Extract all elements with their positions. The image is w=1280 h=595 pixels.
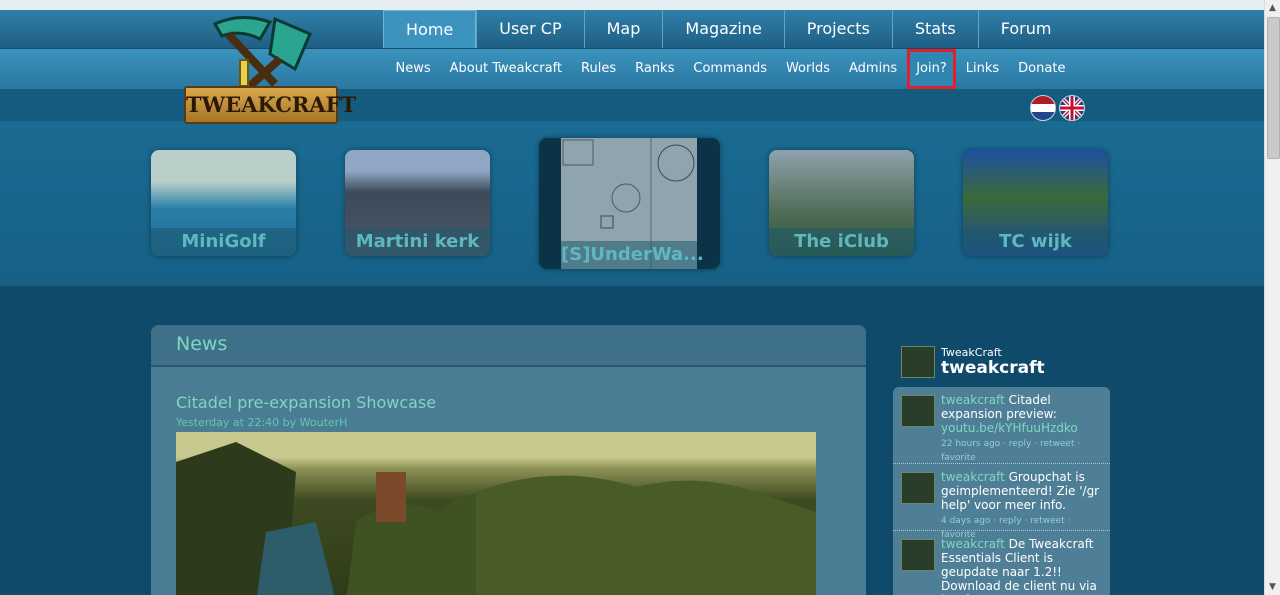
tweet-meta[interactable]: 22 hours ago · reply · retweet · favorit… (941, 439, 1080, 463)
slider-item-underwater[interactable]: [S]UnderWa... (539, 138, 720, 269)
page: TWEAKCRAFT Home User CP Map Magazine Pro… (0, 0, 1264, 595)
slider-item-label: TC wijk (963, 228, 1108, 256)
tweet-text: tweakcraft Groupchat is geimplementeerd!… (941, 470, 1103, 540)
tab-map[interactable]: Map (583, 10, 663, 48)
twitter-avatar-icon[interactable] (901, 346, 935, 378)
scroll-up-arrow-icon[interactable]: ▲ (1265, 0, 1280, 16)
subnav-ranks[interactable]: Ranks (626, 49, 684, 89)
tweet-avatar-icon[interactable] (901, 539, 935, 571)
news-panel: News Citadel pre-expansion Showcase Yest… (151, 325, 866, 595)
post-image[interactable] (176, 432, 816, 595)
tweet-user-link[interactable]: tweakcraft (941, 470, 1005, 484)
scroll-thumb[interactable] (1267, 17, 1280, 159)
tweet-text: tweakcraft Citadel expansion preview: yo… (941, 393, 1103, 463)
post-title-link[interactable]: Citadel pre-expansion Showcase (176, 393, 436, 412)
twitter-handle[interactable]: tweakcraft (941, 358, 1045, 378)
nl-flag-icon[interactable] (1030, 95, 1056, 121)
tab-forum[interactable]: Forum (977, 10, 1074, 48)
news-header: News (151, 325, 866, 367)
tab-stats[interactable]: Stats (891, 10, 978, 48)
subnav-donate[interactable]: Donate (1009, 49, 1075, 89)
tweet-item: tweakcraft De Tweakcraft Essentials Clie… (893, 531, 1110, 595)
subnav-about[interactable]: About Tweakcraft (440, 49, 571, 89)
subnav-admins[interactable]: Admins (840, 49, 907, 89)
slider-item-minigolf[interactable]: MiniGolf (151, 150, 296, 256)
slider-item-martini-kerk[interactable]: Martini kerk (345, 150, 490, 256)
uk-flag-graphic (1060, 96, 1084, 120)
subnav-news[interactable]: News (386, 49, 440, 89)
sub-nav: News About Tweakcraft Rules Ranks Comman… (386, 49, 1075, 89)
subnav-worlds[interactable]: Worlds (776, 49, 839, 89)
tweet-user-link[interactable]: tweakcraft (941, 393, 1005, 407)
slider-item-iclub[interactable]: The iClub (769, 150, 914, 256)
tab-magazine[interactable]: Magazine (662, 10, 783, 48)
slider-item-label: The iClub (769, 228, 914, 256)
post-image-graphic (176, 442, 816, 595)
subnav-commands[interactable]: Commands (684, 49, 777, 89)
slider-item-tc-wijk[interactable]: TC wijk (963, 150, 1108, 256)
post-meta: Yesterday at 22:40 by WouterH (176, 416, 348, 429)
tweet-item: tweakcraft Citadel expansion preview: yo… (893, 387, 1110, 464)
main-tabs: Home User CP Map Magazine Projects Stats… (383, 10, 1073, 48)
scroll-down-arrow-icon[interactable]: ▼ (1265, 579, 1280, 595)
slider-item-label: [S]UnderWa... (561, 241, 704, 269)
browser-top-edge (0, 0, 1264, 10)
tweet-item: tweakcraft Groupchat is geimplementeerd!… (893, 464, 1110, 540)
tweet-user-link[interactable]: tweakcraft (941, 537, 1005, 551)
uk-flag-icon[interactable] (1059, 95, 1085, 121)
tab-home[interactable]: Home (383, 10, 477, 48)
subnav-links[interactable]: Links (956, 49, 1008, 89)
news-heading: News (176, 333, 228, 355)
subnav-join[interactable]: Join? (906, 49, 957, 89)
twitter-feed: tweakcraft Citadel expansion preview: yo… (893, 387, 1110, 595)
page-scrollbar[interactable]: ▲ ▼ (1264, 0, 1280, 595)
subnav-rules[interactable]: Rules (572, 49, 626, 89)
tab-user-cp[interactable]: User CP (476, 10, 583, 48)
tweet-avatar-icon[interactable] (901, 395, 935, 427)
slider-item-label: Martini kerk (345, 228, 490, 256)
tab-projects[interactable]: Projects (783, 10, 892, 48)
slider-item-label: MiniGolf (151, 228, 296, 256)
tweet-url-link[interactable]: youtu.be/kYHfuuHzdko (941, 421, 1078, 435)
twitter-header: TweakCraft tweakcraft (893, 340, 1110, 385)
tweet-avatar-icon[interactable] (901, 472, 935, 504)
logo-wordmark[interactable]: TWEAKCRAFT (184, 86, 356, 124)
tweet-text: tweakcraft De Tweakcraft Essentials Clie… (941, 537, 1103, 595)
